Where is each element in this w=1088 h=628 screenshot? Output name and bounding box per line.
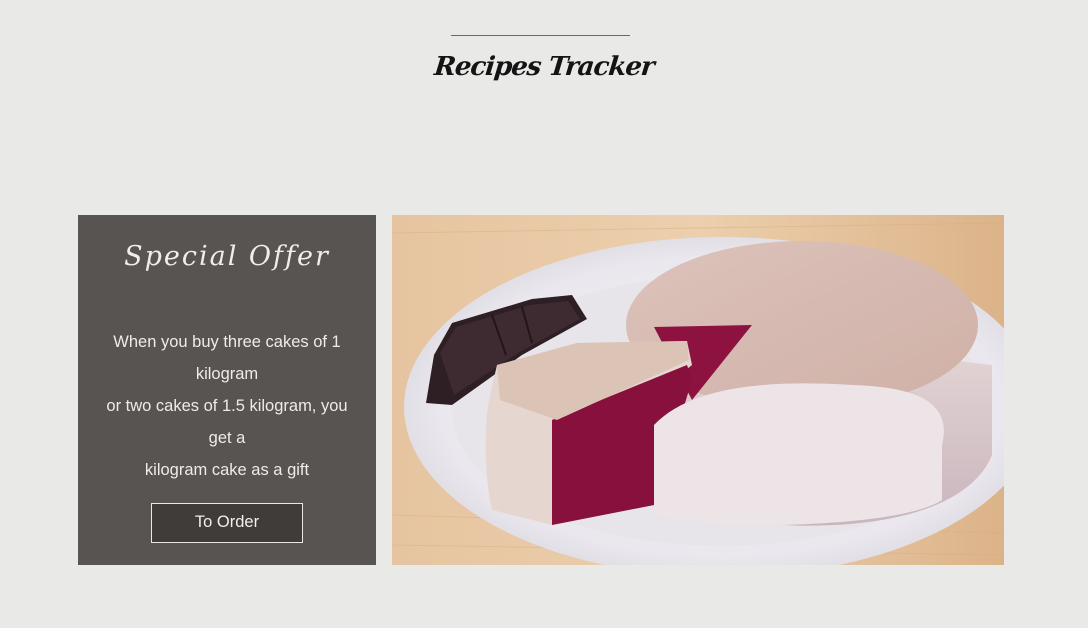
special-offer-card: Special Offer When you buy three cakes o… <box>78 215 376 565</box>
cake-photo <box>392 215 1004 565</box>
offer-line: kilogram cake as a gift <box>144 461 310 479</box>
cake-image <box>392 215 1004 565</box>
offer-description: When you buy three cakes of 1 kilogram o… <box>92 326 362 486</box>
offer-line: or two cakes of 1.5 kilogram, you <box>106 397 348 415</box>
offer-line: get a <box>208 429 246 447</box>
offer-line: kilogram <box>195 365 259 383</box>
header-divider <box>451 35 630 36</box>
offer-line: When you buy three cakes of 1 <box>113 333 341 351</box>
site-title: Recipes Tracker <box>432 52 656 82</box>
offer-title: Special Offer <box>124 241 330 272</box>
to-order-button[interactable]: To Order <box>151 503 303 543</box>
